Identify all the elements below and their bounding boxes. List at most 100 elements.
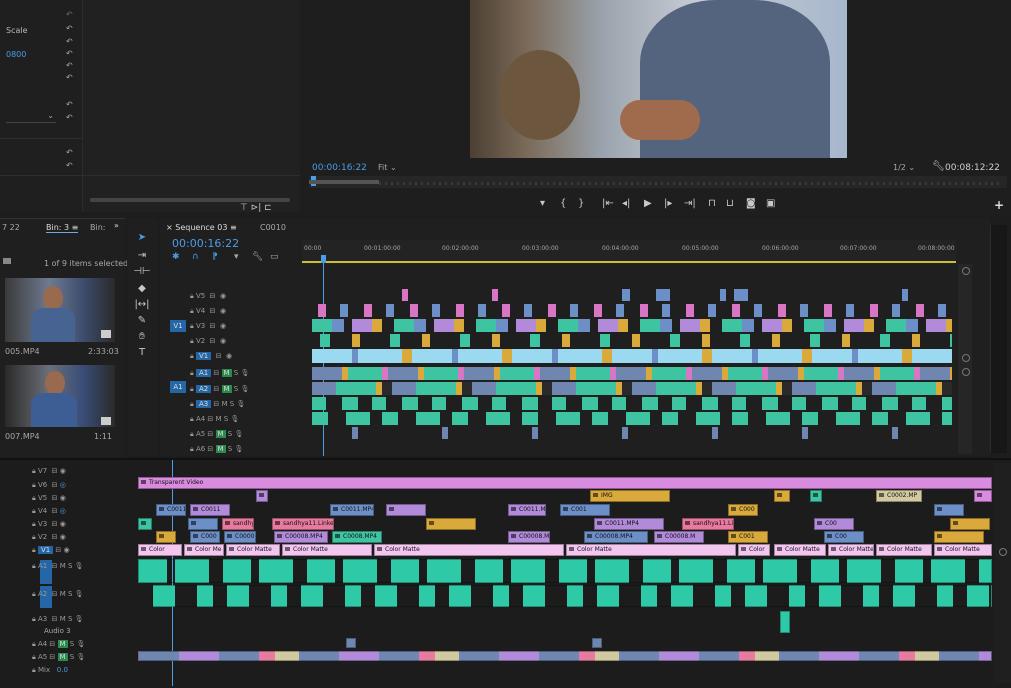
reset-icon[interactable]: ↶ bbox=[66, 100, 75, 109]
reset-icon[interactable]: ↶ bbox=[66, 24, 75, 33]
clip-block[interactable] bbox=[426, 518, 476, 530]
clip-color-matte[interactable]: Color Matte bbox=[774, 544, 826, 556]
bin-icon[interactable] bbox=[3, 258, 11, 264]
wrench-icon[interactable]: 🔧︎ bbox=[932, 161, 945, 172]
more-tabs-icon[interactable]: » bbox=[114, 221, 119, 230]
clip-block[interactable] bbox=[138, 518, 152, 530]
clip-block[interactable] bbox=[934, 531, 984, 543]
clip-c0008-mp4[interactable]: C00008.MP4 bbox=[224, 531, 256, 543]
linked-icon[interactable]: ∩ bbox=[192, 252, 199, 262]
clip-sandhya11[interactable]: sandhya11.Li bbox=[682, 518, 734, 530]
clip-c0008mp4[interactable]: C0008.MP4 bbox=[332, 531, 382, 543]
reset-icon[interactable]: ↶ bbox=[66, 161, 75, 170]
audio-clip-row-a1[interactable] bbox=[138, 559, 992, 583]
clip-c0002mp[interactable]: C0002.MP bbox=[876, 490, 922, 502]
step-back-icon[interactable]: ◂| bbox=[622, 198, 630, 209]
clip-color[interactable]: Color bbox=[138, 544, 182, 556]
program-timecode[interactable]: 00:00:16:22 bbox=[312, 163, 367, 173]
reset-icon[interactable]: ↶ bbox=[66, 148, 75, 157]
audio-clip-row-a2[interactable] bbox=[152, 585, 992, 607]
clip-c0008-mp4[interactable]: C00008.MP4 bbox=[274, 531, 328, 543]
track-header-a6[interactable]: 🔒︎ A6 ⊟ M S 🎙︎ bbox=[190, 445, 243, 454]
sequence-timecode[interactable]: 00:00:16:22 bbox=[172, 237, 239, 250]
selection-tool-icon[interactable]: ➤ bbox=[133, 230, 151, 246]
step-forward-icon[interactable]: |▸ bbox=[664, 198, 672, 209]
audio-clip-row-a5[interactable] bbox=[138, 651, 992, 661]
snap-icon[interactable]: ✱ bbox=[172, 252, 180, 262]
clip-c0011mp4[interactable]: C0011.MP4 bbox=[594, 518, 664, 530]
reset-icon[interactable]: ↶ bbox=[66, 10, 75, 19]
clip-c0011m[interactable]: C0011.M bbox=[508, 504, 546, 516]
track-header-v5[interactable]: 🔒︎ V5 ⊟ ◉ bbox=[190, 292, 226, 301]
track-header-v5[interactable]: 🔒︎ V5 ⊟ ◉ bbox=[32, 494, 66, 503]
filter-icon[interactable]: ⊤ ⊳| ⊏ bbox=[240, 203, 272, 213]
clip-color-matte[interactable]: Color Matte bbox=[282, 544, 372, 556]
track-header-a5[interactable]: 🔒︎ A5 ⊟ M S 🎙︎ bbox=[190, 430, 243, 439]
reset-icon[interactable]: ↶ bbox=[66, 61, 75, 70]
clip-block[interactable] bbox=[774, 490, 790, 502]
track-header-mix[interactable]: 🔒︎ Mix 0.0 bbox=[32, 666, 68, 675]
clip-color-matte[interactable]: Color Matte bbox=[876, 544, 932, 556]
clip-block[interactable] bbox=[188, 518, 218, 530]
mute-toggle[interactable]: M bbox=[221, 385, 232, 393]
clip-color[interactable]: Color bbox=[738, 544, 770, 556]
playhead[interactable] bbox=[321, 255, 326, 263]
play-icon[interactable]: ▶ bbox=[644, 198, 652, 209]
clip-color-me[interactable]: Color Me bbox=[184, 544, 224, 556]
camera-icon[interactable]: ◙ bbox=[746, 198, 756, 209]
track-header-a3[interactable]: 🔒︎ A3 ⊟ M S 🎙︎ bbox=[32, 615, 84, 624]
clip-c0001[interactable]: C001 bbox=[728, 531, 768, 543]
marker-icon[interactable]: ▾ bbox=[234, 252, 239, 262]
track-header-a1[interactable]: 🔒︎ A1 ⊟ M S 🎙︎ bbox=[32, 562, 84, 571]
nest-icon[interactable]: ⁋ bbox=[212, 252, 218, 262]
track-header-v3[interactable]: 🔒︎ V3 ⊟ ◉ bbox=[190, 322, 226, 331]
work-area-bar[interactable] bbox=[302, 261, 956, 263]
clip-color-matte[interactable]: Color Matte bbox=[226, 544, 280, 556]
clip-img[interactable]: IMG bbox=[590, 490, 670, 502]
track-header-v2[interactable]: 🔒︎ V2 ⊟ ◉ bbox=[32, 533, 66, 542]
program-mini-timeline[interactable] bbox=[309, 176, 1007, 188]
clip-transparent-video[interactable]: Transparent Video bbox=[138, 477, 992, 489]
effect-scroll-thumb[interactable] bbox=[90, 198, 290, 202]
clip-block[interactable] bbox=[974, 490, 992, 502]
reset-icon[interactable]: ↶ bbox=[66, 37, 75, 46]
clip-c001[interactable]: C001 bbox=[560, 504, 610, 516]
reset-icon[interactable]: ↶ bbox=[66, 49, 75, 58]
track-header-a4[interactable]: 🔒︎ A4 ⊟ M S 🎙︎ bbox=[32, 640, 85, 649]
resolution-dropdown[interactable]: 1/2 ⌄ bbox=[893, 163, 915, 172]
compare-icon[interactable]: ▣ bbox=[766, 198, 775, 209]
mute-toggle[interactable]: M bbox=[221, 369, 232, 377]
marker-icon[interactable]: ▾ bbox=[540, 198, 545, 209]
clip-sandhya11-linked[interactable]: sandhya11.Linked bbox=[272, 518, 334, 530]
upper-vertical-scroll[interactable] bbox=[958, 264, 972, 454]
pen-tool-icon[interactable]: ✎ bbox=[133, 313, 151, 329]
tab-c0010[interactable]: C0010 bbox=[260, 223, 286, 232]
wrench-icon[interactable]: 🔧︎ bbox=[252, 252, 263, 262]
track-header-v6[interactable]: 🔒︎ V6 ⊟ ◎ bbox=[32, 481, 66, 490]
audio-clip-a4[interactable] bbox=[592, 638, 602, 648]
clip-block[interactable] bbox=[934, 504, 964, 516]
clip-color-matte[interactable]: Color Matte bbox=[374, 544, 564, 556]
go-to-out-icon[interactable]: ⇥| bbox=[684, 198, 696, 209]
track-header-v2[interactable]: 🔒︎ V2 ⊟ ◉ bbox=[190, 337, 226, 346]
fit-dropdown[interactable]: Fit ⌄ bbox=[378, 163, 397, 172]
mute-toggle[interactable]: M bbox=[215, 430, 226, 438]
track-header-a3[interactable]: 🔒︎ A3 ⊟ M S 🎙︎ bbox=[190, 400, 245, 409]
track-header-v4[interactable]: 🔒︎ V4 ⊟ ◉ bbox=[190, 307, 226, 316]
clip-thumbnail[interactable] bbox=[5, 365, 115, 427]
captions-icon[interactable]: ▭ bbox=[270, 252, 279, 262]
track-header-v1[interactable]: 🔒︎ V1 ⊟ ◉ bbox=[190, 352, 232, 361]
clip-c000[interactable]: C000 bbox=[190, 531, 220, 543]
source-patch-v1[interactable]: V1 bbox=[170, 320, 186, 332]
hand-tool-icon[interactable]: ✋︎ bbox=[133, 329, 151, 345]
tab-left[interactable]: 7 22 bbox=[2, 223, 20, 232]
go-to-in-icon[interactable]: |⇤ bbox=[602, 198, 614, 209]
clip-thumbnail[interactable] bbox=[5, 278, 115, 342]
tab-sequence[interactable]: × Sequence 03 ≡ bbox=[166, 223, 237, 232]
lift-icon[interactable]: ⊓ bbox=[708, 198, 716, 209]
razor-tool-icon[interactable]: ◆ bbox=[133, 281, 151, 297]
track-header-v7[interactable]: 🔒︎ V7 ⊟ ◉ bbox=[32, 467, 66, 476]
clip-color-matte[interactable]: Color Matte bbox=[566, 544, 736, 556]
clip-c0008-mp4[interactable]: C00008.MP4 bbox=[584, 531, 648, 543]
ripple-edit-tool-icon[interactable]: ⊣⊢ bbox=[133, 264, 151, 280]
